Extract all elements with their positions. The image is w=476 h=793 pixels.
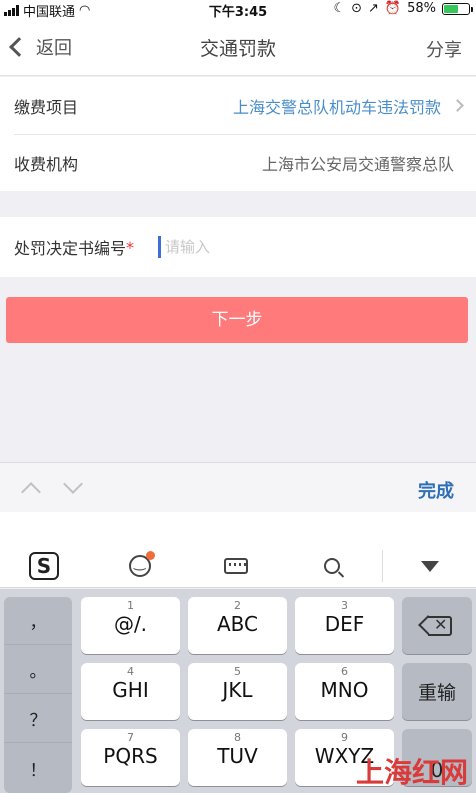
payment-info-card: 缴费项目 上海交警总队机动车违法罚款 收费机构 上海市公安局交通警察总队 (0, 77, 476, 191)
key-label: DEF (324, 612, 365, 636)
done-button[interactable]: 完成 (418, 477, 454, 503)
key-label: JKL (222, 678, 253, 702)
key-number: 5 (234, 665, 241, 678)
key-1[interactable]: 1 @/. (81, 597, 180, 654)
emoji-icon (129, 551, 155, 577)
key-label: MNO (320, 678, 369, 702)
payment-item-row[interactable]: 缴费项目 上海交警总队机动车违法罚款 (0, 77, 476, 134)
battery-fill (444, 4, 458, 13)
key-label: PQRS (103, 744, 158, 768)
key-2[interactable]: 2 ABC (188, 597, 287, 654)
key-number: 4 (127, 665, 134, 678)
payment-item-value[interactable]: 上海交警总队机动车违法罚款 (233, 94, 441, 118)
status-right: ☾ ⊙ ↗ ⏰ 58% (333, 1, 473, 16)
collecting-org-label: 收费机构 (14, 154, 79, 174)
location-icon: ↗ (368, 1, 379, 16)
key-number: 1 (127, 599, 134, 612)
lock-rotation-icon: ⊙ (351, 1, 362, 16)
punct-key-question[interactable]: ？ (4, 695, 72, 743)
key-6[interactable]: 6 MNO (295, 663, 394, 720)
ime-search-button[interactable] (310, 544, 354, 588)
sogou-logo-button[interactable]: S (22, 544, 66, 588)
key-8[interactable]: 8 TUV (188, 729, 287, 786)
penalty-number-row: 处罚决定书编号 * (0, 217, 476, 277)
collecting-org-value: 上海市公安局交通警察总队 (261, 154, 454, 174)
next-step-button[interactable]: 下一步 (6, 297, 468, 343)
collapse-icon (421, 560, 439, 572)
payment-item-label: 缴费项目 (14, 97, 79, 117)
key-7[interactable]: 7 PQRS (81, 729, 180, 786)
keyboard-icon (224, 558, 248, 574)
sogou-logo-icon: S (29, 552, 59, 580)
keyboard-toolbar: 完成 (0, 462, 476, 512)
search-icon (324, 558, 340, 574)
watermark-logo: 上海红网 (355, 756, 468, 789)
key-5[interactable]: 5 JKL (188, 663, 287, 720)
key-label: GHI (112, 678, 149, 702)
key-label: ABC (216, 612, 258, 636)
penalty-number-input[interactable] (165, 238, 406, 256)
key-label: @/. (113, 612, 148, 636)
text-cursor (158, 236, 162, 258)
penalty-number-label: 处罚决定书编号 (14, 239, 127, 258)
punct-key-period[interactable]: 。 (4, 646, 72, 694)
key-3[interactable]: 3 DEF (295, 597, 394, 654)
backspace-key[interactable]: ✕ (402, 597, 472, 654)
status-bar: 中国联通 ◠ 下午3:45 ☾ ⊙ ↗ ⏰ 58% (0, 0, 476, 20)
key-number: 9 (341, 731, 348, 744)
collecting-org-row: 收费机构 上海市公安局交通警察总队 (0, 134, 476, 191)
page-title: 交通罚款 (199, 38, 276, 60)
chevron-right-icon (451, 99, 464, 112)
emoji-button[interactable] (118, 544, 162, 588)
key-label: TUV (217, 744, 258, 768)
key-number: 8 (234, 731, 241, 744)
punct-key-exclaim[interactable]: ！ (4, 744, 72, 792)
keyboard-switch-button[interactable] (214, 544, 258, 588)
required-mark: * (126, 237, 135, 257)
ime-toolbar: S (0, 544, 476, 588)
battery-icon (442, 2, 473, 15)
collapse-keyboard-button[interactable] (408, 544, 452, 588)
key-number: 3 (341, 599, 348, 612)
key-number: 6 (341, 665, 348, 678)
share-button[interactable]: 分享 (426, 36, 462, 62)
keyboard-spacer (0, 512, 476, 544)
alarm-icon: ⏰ (384, 1, 402, 16)
key-4[interactable]: 4 GHI (81, 663, 180, 720)
next-field-icon[interactable] (63, 474, 83, 494)
backspace-icon: ✕ (418, 615, 452, 636)
nav-bar: 返回 交通罚款 分享 (0, 18, 476, 76)
punct-key-comma[interactable]: ， (4, 597, 72, 645)
moon-icon: ☾ (333, 1, 346, 16)
ime-separator (382, 550, 383, 582)
notification-dot (146, 551, 155, 560)
key-number: 2 (234, 599, 241, 612)
battery-percent: 58% (407, 1, 436, 16)
penalty-number-card: 处罚决定书编号 * (0, 217, 476, 277)
key-number: 7 (127, 731, 134, 744)
retype-key[interactable]: 重输 (402, 663, 472, 720)
punctuation-column: ， 。 ？ ！ (4, 597, 72, 793)
previous-field-icon[interactable] (21, 482, 41, 502)
